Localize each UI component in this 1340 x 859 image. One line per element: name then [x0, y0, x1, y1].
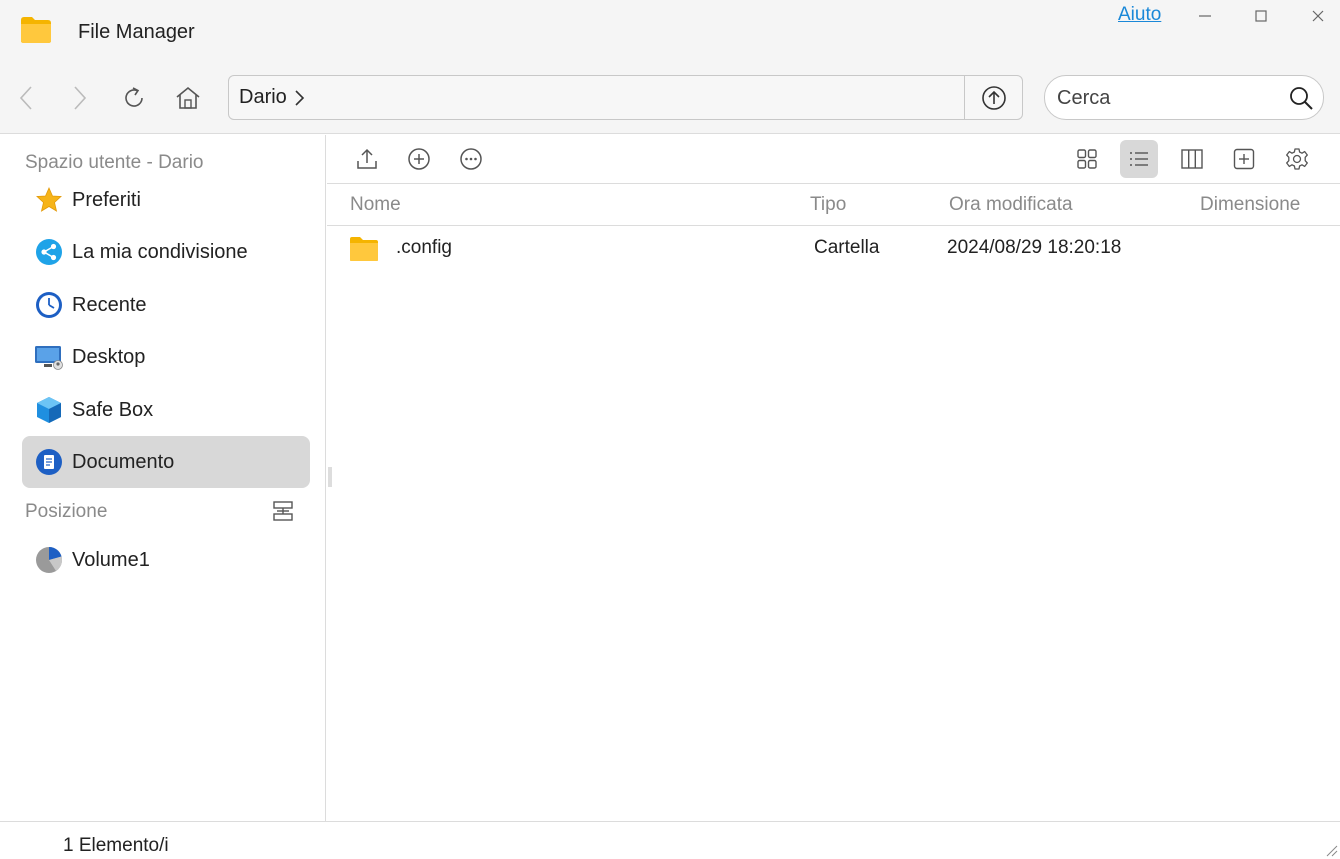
create-button[interactable] [400, 140, 438, 178]
sidebar-item-documento[interactable]: Documento [22, 436, 310, 488]
column-header-name[interactable]: Nome [350, 194, 401, 216]
sidebar-item-preferiti[interactable]: Preferiti [22, 174, 310, 226]
back-button[interactable] [10, 81, 44, 115]
upload-icon [357, 148, 377, 169]
item-count: 1 Elemento/i [63, 835, 169, 856]
refresh-icon [125, 87, 143, 107]
more-circle-icon [460, 148, 482, 170]
sidebar: Spazio utente - Dario Preferiti La mia c… [0, 135, 326, 821]
clock-icon [34, 290, 64, 320]
column-header-type[interactable]: Tipo [810, 194, 846, 216]
plus-circle-icon [408, 148, 430, 170]
resize-grip-icon[interactable] [1324, 843, 1338, 857]
gear-icon [1286, 148, 1308, 170]
navigation-bar: Dario [0, 62, 1340, 134]
sidebar-splitter-handle[interactable] [327, 465, 333, 489]
grid-view-button[interactable] [1068, 140, 1106, 178]
sidebar-item-label: Volume1 [72, 548, 150, 571]
search-icon[interactable] [1287, 84, 1315, 112]
sidebar-item-label: Preferiti [72, 188, 141, 211]
chevron-right-icon [74, 86, 87, 110]
file-manager-app-icon [21, 17, 51, 43]
search-input[interactable] [1057, 84, 1277, 112]
settings-button[interactable] [1278, 140, 1316, 178]
sidebar-item-volume1[interactable]: Volume1 [22, 534, 310, 586]
grid-view-icon [1077, 149, 1097, 169]
folder-icon [350, 237, 378, 261]
maximize-icon [1255, 10, 1267, 22]
sidebar-item-safe-box[interactable]: Safe Box [22, 384, 310, 436]
go-up-button[interactable] [964, 76, 1022, 119]
sidebar-item-label: Desktop [72, 345, 146, 368]
chevron-left-icon [19, 86, 32, 110]
column-header-modified[interactable]: Ora modificata [949, 194, 1073, 216]
sidebar-item-label: Safe Box [72, 398, 154, 421]
app-title: File Manager [78, 21, 195, 43]
title-bar: File Manager Aiuto [0, 0, 1340, 62]
user-space-title: Spazio utente - Dario [25, 152, 204, 173]
help-link[interactable]: Aiuto [1118, 4, 1161, 26]
sidebar-item-label: Recente [72, 293, 147, 316]
desktop-icon [34, 342, 64, 372]
column-view-button[interactable] [1173, 140, 1211, 178]
sidebar-item-la-mia-condivisione[interactable]: La mia condivisione [22, 226, 310, 278]
chevron-right-icon [295, 89, 304, 106]
plus-square-icon [1233, 148, 1255, 170]
close-button[interactable] [1303, 4, 1333, 28]
sidebar-item-label: Documento [72, 450, 175, 473]
column-header-size[interactable]: Dimensione [1200, 194, 1300, 216]
table-header: Nome Tipo Ora modificata Dimensione [327, 184, 1340, 226]
list-view-icon [1130, 152, 1148, 166]
table-row[interactable]: .config Cartella 2024/08/29 18:20:18 [327, 227, 1340, 271]
list-view-button[interactable] [1120, 140, 1158, 178]
sidebar-item-recente[interactable]: Recente [22, 279, 310, 331]
close-icon [1312, 10, 1324, 22]
minimize-icon [1199, 15, 1211, 17]
sidebar-item-label: La mia condivisione [72, 240, 248, 263]
status-bar: 1 Elemento/i [0, 821, 1340, 859]
refresh-button[interactable] [117, 81, 151, 115]
file-modified: 2024/08/29 18:20:18 [947, 237, 1122, 258]
breadcrumb[interactable]: Dario [239, 86, 305, 109]
more-actions-button[interactable] [452, 140, 490, 178]
home-button[interactable] [171, 81, 205, 115]
file-toolbar [327, 135, 1340, 184]
share-icon [34, 237, 64, 267]
path-bar[interactable]: Dario [228, 75, 1023, 120]
document-icon [34, 447, 64, 477]
storage-manager-icon[interactable] [271, 499, 295, 523]
search-box[interactable] [1044, 75, 1324, 120]
location-section-title: Posizione [25, 501, 108, 522]
breadcrumb-segment[interactable]: Dario [239, 86, 287, 109]
home-icon [176, 86, 200, 109]
maximize-button[interactable] [1246, 4, 1276, 28]
minimize-button[interactable] [1190, 4, 1220, 28]
forward-button[interactable] [62, 81, 96, 115]
volume-icon [34, 545, 64, 575]
column-view-icon [1181, 149, 1203, 169]
star-icon [34, 185, 64, 215]
new-window-button[interactable] [1225, 140, 1263, 178]
sidebar-item-desktop[interactable]: Desktop [22, 331, 310, 383]
file-type: Cartella [814, 237, 880, 258]
upload-button[interactable] [348, 140, 386, 178]
safe-box-icon [34, 395, 64, 425]
arrow-up-circle-icon [981, 85, 1006, 110]
file-name: .config [396, 237, 452, 258]
